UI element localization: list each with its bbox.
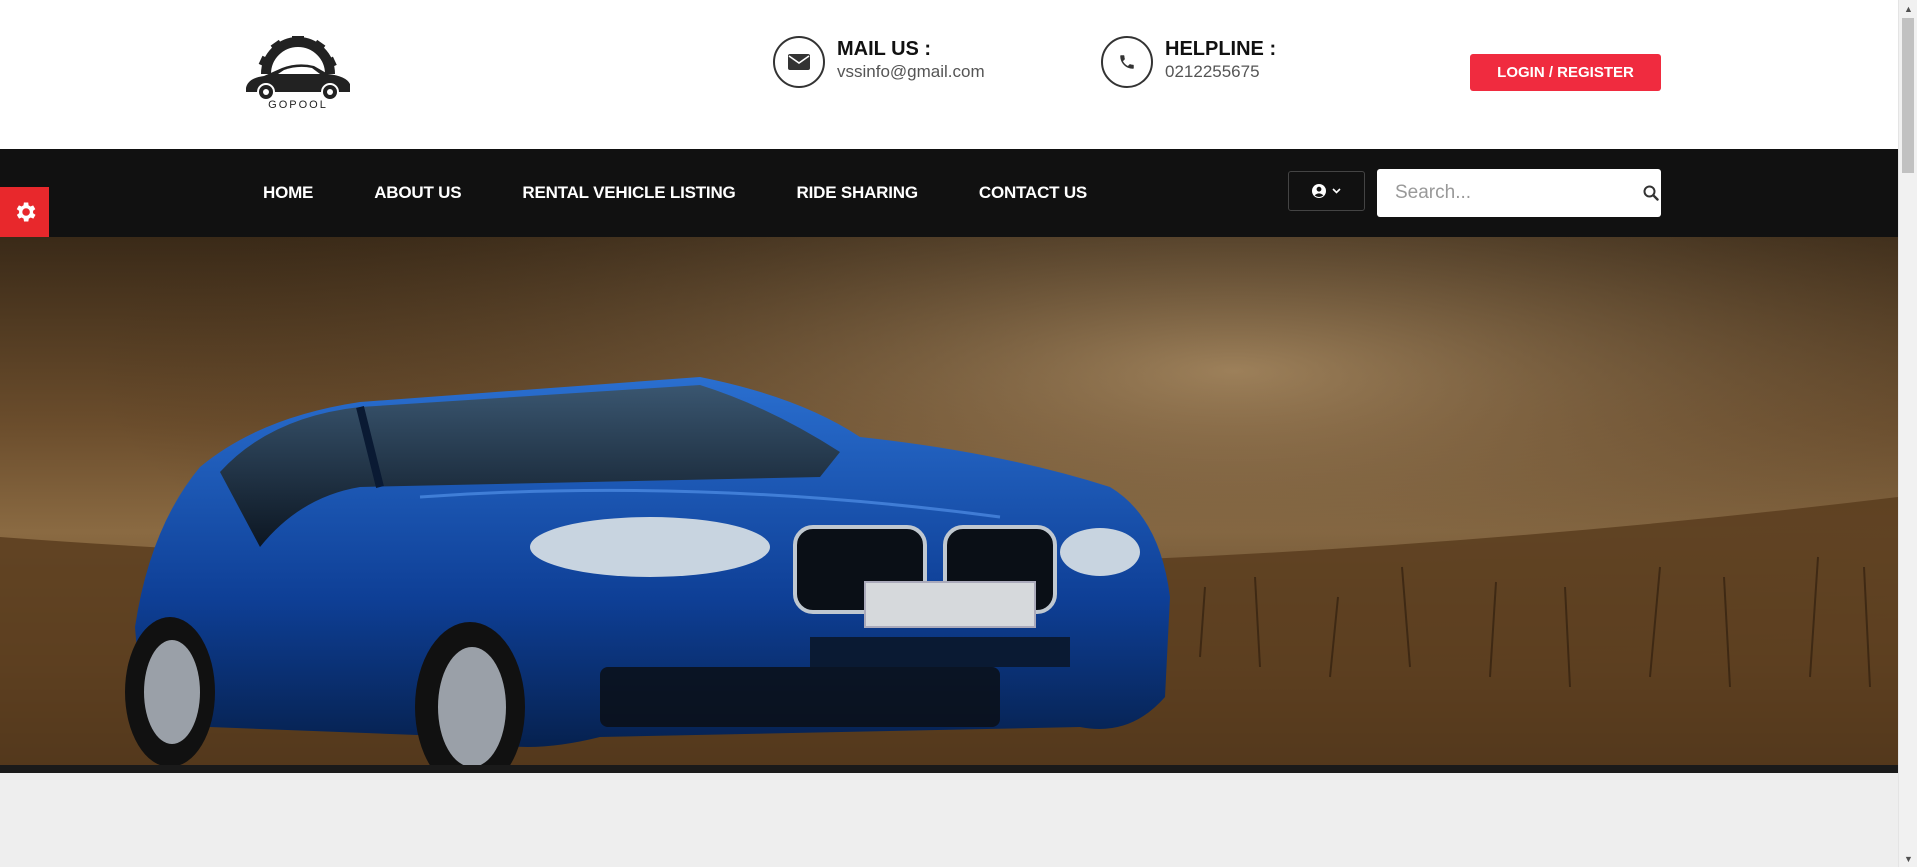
hero-image bbox=[0, 237, 1898, 773]
helpline-label: HELPLINE : bbox=[1165, 38, 1277, 60]
settings-toggle[interactable] bbox=[0, 187, 49, 237]
phone-icon bbox=[1101, 36, 1153, 88]
search-icon[interactable] bbox=[1640, 185, 1661, 201]
nav-item-ride-sharing[interactable]: RIDE SHARING bbox=[797, 183, 919, 203]
scrollbar-thumb[interactable] bbox=[1902, 18, 1914, 173]
envelope-icon bbox=[773, 36, 825, 88]
helpline-value[interactable]: 0212255675 bbox=[1165, 61, 1276, 83]
mail-value[interactable]: vssinfo@gmail.com bbox=[837, 61, 985, 83]
scroll-up-arrow-icon[interactable]: ▲ bbox=[1899, 0, 1917, 17]
nav-item-home[interactable]: HOME bbox=[263, 183, 313, 203]
nav-item-contact-us[interactable]: CONTACT US bbox=[979, 183, 1087, 203]
mail-contact: MAIL US : vssinfo@gmail.com bbox=[773, 36, 985, 88]
user-dropdown[interactable] bbox=[1288, 171, 1365, 211]
page-scrollbar[interactable]: ▲ ▼ bbox=[1898, 0, 1917, 867]
scroll-down-arrow-icon[interactable]: ▼ bbox=[1899, 850, 1917, 867]
logo-text: GOPOOL bbox=[268, 99, 328, 110]
site-logo[interactable]: GOPOOL bbox=[242, 34, 354, 111]
login-register-button[interactable]: LOGIN / REGISTER bbox=[1470, 54, 1661, 91]
nav-item-rental-vehicle-listing[interactable]: RENTAL VEHICLE LISTING bbox=[522, 183, 735, 203]
nav-menu: HOME ABOUT US RENTAL VEHICLE LISTING RID… bbox=[263, 149, 1148, 237]
mail-label: MAIL US : bbox=[837, 38, 932, 60]
hero-bottom-strip bbox=[0, 765, 1898, 773]
gear-icon bbox=[16, 202, 36, 222]
search-box bbox=[1377, 169, 1661, 217]
main-navbar: HOME ABOUT US RENTAL VEHICLE LISTING RID… bbox=[0, 149, 1898, 237]
hero-banner bbox=[0, 237, 1898, 773]
chevron-down-icon bbox=[1332, 188, 1341, 194]
helpline-contact: HELPLINE : 0212255675 bbox=[1101, 36, 1276, 88]
nav-item-about-us[interactable]: ABOUT US bbox=[374, 183, 461, 203]
user-circle-icon bbox=[1312, 184, 1326, 198]
search-input[interactable] bbox=[1377, 169, 1640, 217]
top-header: GOPOOL MAIL US : vssinfo@gmail.com HELPL… bbox=[0, 0, 1898, 149]
